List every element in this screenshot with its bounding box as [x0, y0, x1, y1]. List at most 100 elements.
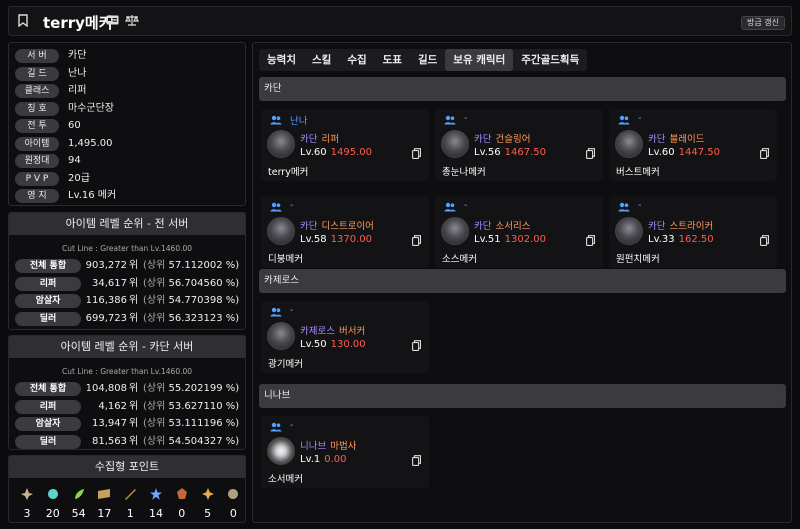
- collect-item[interactable]: 20: [42, 487, 64, 520]
- character-class: 버서커: [338, 326, 366, 337]
- id-card-icon[interactable]: [106, 15, 119, 25]
- collect-item[interactable]: 0: [222, 487, 244, 520]
- tab-길드[interactable]: 길드: [410, 49, 445, 71]
- tab-bar: 능력치 스킬 수집 도표 길드 보유 캐릭터 주간골드획득: [259, 49, 588, 71]
- character-avatar: [267, 130, 295, 158]
- character-class: 건슬링어: [495, 134, 531, 145]
- copy-icon[interactable]: [412, 340, 421, 351]
- guild-name: 난나: [290, 116, 308, 127]
- rank-row: 리퍼 4,162 위 (상위 53.627110 %): [15, 399, 243, 414]
- refresh-button[interactable]: 방금 갱신: [741, 16, 785, 30]
- rank-label: 암살자: [15, 294, 81, 308]
- copy-icon[interactable]: [760, 235, 769, 246]
- profile-label: 영 지: [15, 189, 59, 203]
- character-card[interactable]: - 카단 스트라이커 Lv.33 162.50 원펀치메커: [609, 196, 777, 268]
- copy-icon[interactable]: [412, 148, 421, 159]
- collect-value: 3: [23, 507, 31, 520]
- bookmark-icon[interactable]: [18, 14, 28, 27]
- character-card[interactable]: - 카단 건슬링어 Lv.56 1467.50 총눈나메커: [435, 109, 603, 181]
- profile-label: 전 투: [15, 119, 59, 133]
- character-name: 소서메커: [268, 474, 303, 485]
- character-item-level: 130.00: [330, 339, 366, 350]
- guild-name: -: [638, 200, 642, 211]
- profile-value: 난나: [68, 67, 87, 79]
- rank-percent: (상위 56.704560 %): [143, 277, 240, 289]
- character-level: Lv.60 1447.50: [648, 147, 720, 158]
- character-card[interactable]: - 카단 블레이드 Lv.60 1447.50 버스트메커: [609, 109, 777, 181]
- copy-icon[interactable]: [586, 148, 595, 159]
- character-card[interactable]: - 카제로스 버서커 Lv.50 130.00 광기메커: [261, 301, 429, 373]
- profile-label: 서 버: [15, 49, 59, 63]
- profile-label: P V P: [15, 171, 59, 186]
- profile-value: 리퍼: [68, 85, 87, 96]
- tab-능력치[interactable]: 능력치: [259, 49, 304, 71]
- character-item-level: 1370.00: [330, 234, 372, 245]
- profile-label: 칭 호: [15, 101, 59, 116]
- character-avatar: [267, 217, 295, 245]
- collect-item[interactable]: 5: [197, 487, 219, 520]
- guild-members-icon: [618, 202, 630, 212]
- guild-members-icon: [270, 202, 282, 212]
- guild-members-icon: [444, 202, 456, 212]
- character-server: 카단 리퍼: [300, 134, 339, 145]
- tab-보유-캐릭터[interactable]: 보유 캐릭터: [445, 49, 514, 71]
- copy-icon[interactable]: [412, 455, 421, 466]
- tab-스킬[interactable]: 스킬: [304, 49, 339, 71]
- character-level: Lv.1 0.00: [300, 454, 347, 465]
- guild-name: -: [464, 113, 468, 124]
- rank-number: 903,272: [85, 260, 127, 271]
- collect-item[interactable]: 3: [16, 487, 38, 520]
- guild-members-icon: [270, 115, 282, 125]
- guild-name: -: [290, 200, 294, 211]
- cutline-text: Cut Line : Greater than Lv.1460.00: [61, 367, 193, 376]
- character-server: 카제로스 버서커: [300, 326, 366, 337]
- character-avatar: [441, 130, 469, 158]
- collect-item[interactable]: 17: [93, 487, 115, 520]
- tab-도표[interactable]: 도표: [375, 49, 410, 71]
- tab-주간골드획득[interactable]: 주간골드획득: [513, 49, 587, 71]
- character-name: terry메커: [268, 167, 309, 178]
- profile-label: 원정대: [15, 154, 59, 168]
- character-card[interactable]: - 니나브 마법사 Lv.1 0.00 소서메커: [261, 416, 429, 488]
- collect-item[interactable]: 54: [68, 487, 90, 520]
- character-level: Lv.60 1495.00: [300, 147, 372, 158]
- copy-icon[interactable]: [412, 235, 421, 246]
- character-name: 원펀치메커: [616, 254, 660, 265]
- guild-name: -: [290, 420, 294, 431]
- rank-unit: 위: [129, 295, 139, 306]
- rank-panel-all-servers: 아이템 레벨 순위 - 전 서버 Cut Line : Greater than…: [8, 212, 246, 330]
- copy-icon[interactable]: [760, 148, 769, 159]
- character-avatar: [615, 217, 643, 245]
- balance-scale-icon[interactable]: [125, 14, 139, 26]
- world-tree-icon: [176, 488, 187, 499]
- rank-row: 전체 통합 104,808 위 (상위 55.202199 %): [15, 382, 243, 396]
- rank-label: 딜러: [15, 434, 81, 449]
- collect-value: 0: [178, 507, 186, 520]
- giant-heart-icon: [74, 489, 84, 499]
- rank-top-label: (상위: [143, 277, 166, 289]
- server-section-header: 니나브: [259, 384, 786, 408]
- rank-top-label: (상위: [143, 435, 166, 447]
- character-class: 리퍼: [321, 134, 339, 145]
- collect-item[interactable]: 0: [171, 487, 193, 520]
- rank-row: 리퍼 34,617 위 (상위 56.704560 %): [15, 276, 243, 291]
- collect-item[interactable]: 1: [119, 487, 141, 520]
- character-item-level: 1495.00: [330, 147, 372, 158]
- rank-top-label: (상위: [143, 383, 166, 394]
- character-server: 카단 디스트로이어: [300, 221, 374, 232]
- character-name: 디붕메커: [268, 254, 303, 265]
- tab-수집[interactable]: 수집: [339, 49, 374, 71]
- character-card[interactable]: 난나카단 리퍼 Lv.60 1495.00 terry메커: [261, 109, 429, 181]
- rank-row: 딜러 81,563 위 (상위 54.504327 %): [15, 434, 243, 449]
- copy-icon[interactable]: [586, 235, 595, 246]
- rank-row: 전체 통합 903,272 위 (상위 57.112002 %): [15, 259, 243, 273]
- character-card[interactable]: - 카단 소서리스 Lv.51 1302.00 소스메커: [435, 196, 603, 268]
- cutline-text: Cut Line : Greater than Lv.1460.00: [61, 244, 193, 253]
- profile-value: 1,495.00: [68, 137, 113, 149]
- character-item-level: 1467.50: [504, 147, 546, 158]
- collect-item[interactable]: 14: [145, 487, 167, 520]
- rank-number: 699,723: [85, 312, 127, 324]
- character-card[interactable]: - 카단 디스트로이어 Lv.58 1370.00 디붕메커: [261, 196, 429, 268]
- guild-name: -: [638, 113, 642, 124]
- server-section-header: 카단: [259, 77, 786, 101]
